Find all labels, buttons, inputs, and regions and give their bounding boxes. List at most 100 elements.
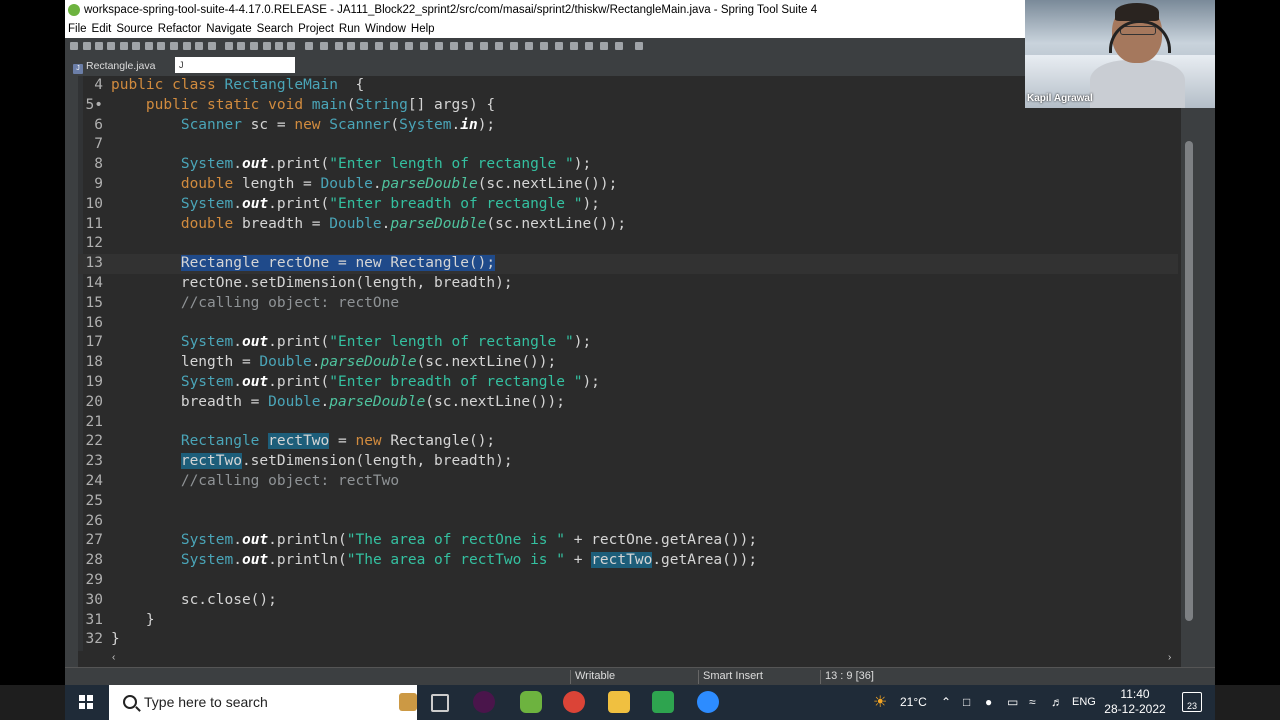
code-line[interactable]: 20 breadth = Double.parseDouble(sc.nextL… — [78, 393, 1178, 413]
toolbar-button-icon[interactable] — [170, 42, 178, 50]
code-line[interactable]: 14 rectOne.setDimension(length, breadth)… — [78, 274, 1178, 294]
menu-search[interactable]: Search — [257, 23, 293, 35]
scroll-right-icon[interactable]: › — [1168, 652, 1171, 663]
code-line[interactable]: 9 double length = Double.parseDouble(sc.… — [78, 175, 1178, 195]
toolbar-button-icon[interactable] — [95, 42, 103, 50]
code-line[interactable]: 23 rectTwo.setDimension(length, breadth)… — [78, 452, 1178, 472]
toolbar-button-icon[interactable] — [195, 42, 203, 50]
tab-rectangle-java[interactable]: J Rectangle.java — [73, 60, 155, 74]
code-line[interactable]: 13 Rectangle rectOne = new Rectangle(); — [78, 254, 1178, 274]
toolbar-button-icon[interactable] — [157, 42, 165, 50]
file-explorer-icon[interactable] — [608, 691, 630, 713]
code-line[interactable]: 5• public static void main(String[] args… — [78, 96, 1178, 116]
code-line[interactable]: 15 //calling object: rectOne — [78, 294, 1178, 314]
code-line[interactable]: 22 Rectangle rectTwo = new Rectangle(); — [78, 432, 1178, 452]
code-editor[interactable]: 4 public class RectangleMain {5• public s… — [78, 76, 1181, 651]
toolbar-button-icon[interactable] — [347, 42, 355, 50]
code-line[interactable]: 11 double breadth = Double.parseDouble(s… — [78, 215, 1178, 235]
toolbar-button-icon[interactable] — [305, 42, 313, 50]
toolbar-button-icon[interactable] — [83, 42, 91, 50]
toolbar-button-icon[interactable] — [70, 42, 78, 50]
code-line[interactable]: 32} — [78, 630, 1178, 650]
scroll-left-icon[interactable]: ‹ — [112, 652, 115, 663]
zoom-icon[interactable] — [697, 691, 719, 713]
toolbar-button-icon[interactable] — [183, 42, 191, 50]
battery-icon[interactable]: ▭ — [1007, 685, 1018, 720]
code-line[interactable]: 27 System.out.println("The area of rectO… — [78, 531, 1178, 551]
code-line[interactable]: 8 System.out.print("Enter length of rect… — [78, 155, 1178, 175]
volume-icon[interactable]: ♬ — [1051, 685, 1063, 720]
toolbar-button-icon[interactable] — [107, 42, 115, 50]
menu-run[interactable]: Run — [339, 23, 360, 35]
code-line[interactable]: 31 } — [78, 611, 1178, 631]
taskbar-clock[interactable]: 11:40 28-12-2022 — [1100, 687, 1170, 717]
toolbar-button-icon[interactable] — [335, 42, 343, 50]
toolbar-button-icon[interactable] — [225, 42, 233, 50]
toolbar-button-icon[interactable] — [360, 42, 368, 50]
toolbar-button-icon[interactable] — [510, 42, 518, 50]
code-line[interactable]: 24 //calling object: rectTwo — [78, 472, 1178, 492]
toolbar-button-icon[interactable] — [250, 42, 258, 50]
code-line[interactable]: 21 — [78, 413, 1178, 433]
wifi-icon[interactable]: ≈ — [1029, 685, 1036, 720]
chrome-icon[interactable] — [563, 691, 585, 713]
toolbar-button-icon[interactable] — [480, 42, 488, 50]
notification-center-icon[interactable]: 23 — [1182, 692, 1202, 712]
toolbar-button-icon[interactable] — [208, 42, 216, 50]
menu-navigate[interactable]: Navigate — [206, 23, 251, 35]
code-line[interactable]: 6 Scanner sc = new Scanner(System.in); — [78, 116, 1178, 136]
toolbar-button-icon[interactable] — [263, 42, 271, 50]
menu-help[interactable]: Help — [411, 23, 435, 35]
toolbar-button-icon[interactable] — [405, 42, 413, 50]
toolbar-button-icon[interactable] — [275, 42, 283, 50]
tray-app-icon[interactable]: □ — [963, 685, 970, 720]
toolbar-button-icon[interactable] — [635, 42, 643, 50]
language-indicator[interactable]: ENG — [1072, 685, 1096, 720]
toolbar-button-icon[interactable] — [450, 42, 458, 50]
toolbar-button-icon[interactable] — [390, 42, 398, 50]
slack-icon[interactable] — [473, 691, 495, 713]
menu-source[interactable]: Source — [116, 23, 152, 35]
scrollbar-thumb[interactable] — [1185, 141, 1193, 621]
tray-chevron-icon[interactable]: ⌃ — [941, 685, 951, 720]
code-line[interactable]: 28 System.out.println("The area of rectT… — [78, 551, 1178, 571]
taskbar-search-box[interactable]: Type here to search — [109, 685, 417, 720]
toolbar-button-icon[interactable] — [600, 42, 608, 50]
toolbar-button-icon[interactable] — [375, 42, 383, 50]
menu-refactor[interactable]: Refactor — [158, 23, 201, 35]
toolbar-button-icon[interactable] — [555, 42, 563, 50]
code-line[interactable]: 10 System.out.print("Enter breadth of re… — [78, 195, 1178, 215]
code-line[interactable]: 4 public class RectangleMain { — [78, 76, 1178, 96]
code-line[interactable]: 18 length = Double.parseDouble(sc.nextLi… — [78, 353, 1178, 373]
toolbar-button-icon[interactable] — [540, 42, 548, 50]
toolbar-button-icon[interactable] — [435, 42, 443, 50]
horizontal-scrollbar[interactable]: ‹ › — [78, 651, 1181, 667]
toolbar-button-icon[interactable] — [132, 42, 140, 50]
code-line[interactable]: 7 — [78, 135, 1178, 155]
microphone-icon[interactable]: ● — [985, 685, 992, 720]
code-line[interactable]: 17 System.out.print("Enter length of rec… — [78, 333, 1178, 353]
code-line[interactable]: 19 System.out.print("Enter breadth of re… — [78, 373, 1178, 393]
code-line[interactable]: 16 — [78, 314, 1178, 334]
toolbar-button-icon[interactable] — [570, 42, 578, 50]
menu-window[interactable]: Window — [365, 23, 406, 35]
toolbar-button-icon[interactable] — [615, 42, 623, 50]
menu-edit[interactable]: Edit — [92, 23, 112, 35]
toolbar-button-icon[interactable] — [465, 42, 473, 50]
toolbar-button-icon[interactable] — [237, 42, 245, 50]
code-line[interactable]: 29 — [78, 571, 1178, 591]
toolbar-button-icon[interactable] — [495, 42, 503, 50]
toolbar-button-icon[interactable] — [120, 42, 128, 50]
menu-project[interactable]: Project — [298, 23, 334, 35]
toolbar-button-icon[interactable] — [525, 42, 533, 50]
code-line[interactable]: 25 — [78, 492, 1178, 512]
weather-temperature[interactable]: 21°C — [900, 685, 927, 720]
toolbar-button-icon[interactable] — [145, 42, 153, 50]
spring-tool-suite-icon[interactable] — [520, 691, 542, 713]
toolbar-button-icon[interactable] — [585, 42, 593, 50]
tab-rectanglemain-java[interactable]: J — [175, 57, 295, 73]
menu-file[interactable]: File — [68, 23, 87, 35]
windows-start-icon[interactable] — [79, 695, 93, 709]
toolbar-button-icon[interactable] — [320, 42, 328, 50]
notepad-icon[interactable] — [652, 691, 674, 713]
